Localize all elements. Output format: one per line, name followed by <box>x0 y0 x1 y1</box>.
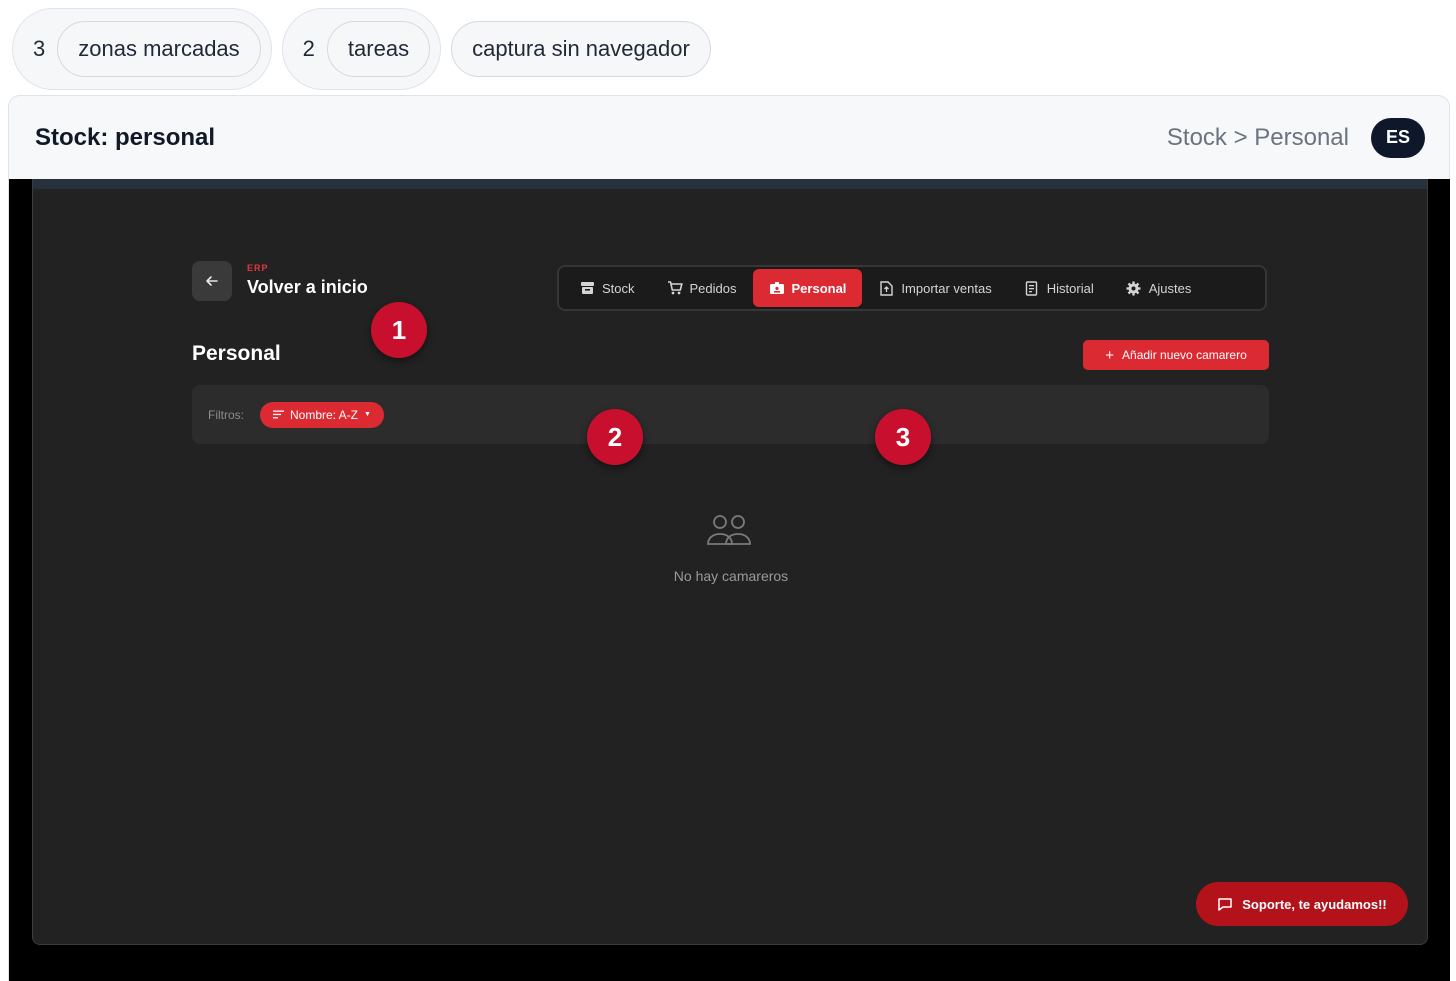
capture-mode-badge: captura sin navegador <box>451 21 711 77</box>
add-waiter-label: Añadir nuevo camarero <box>1122 348 1247 362</box>
add-waiter-button[interactable]: + Añadir nuevo camarero <box>1083 340 1269 370</box>
sort-lines-icon <box>273 410 284 419</box>
main-nav: Stock Pedidos Personal Importar ventas H… <box>557 265 1267 311</box>
stat-zones-label: zonas marcadas <box>57 21 261 77</box>
support-label: Soporte, te ayudamos!! <box>1242 896 1387 912</box>
cart-icon <box>667 281 683 295</box>
top-strip <box>33 179 1427 189</box>
marker-3: 3 <box>875 409 931 465</box>
filters-label: Filtros: <box>208 407 244 422</box>
stat-tasks-count: 2 <box>302 36 315 61</box>
filters-bar: Filtros: Nombre: A-Z ▼ <box>192 385 1269 444</box>
tab-label: Ajustes <box>1148 280 1192 296</box>
back-button[interactable] <box>192 261 232 301</box>
arrow-left-icon <box>206 276 218 286</box>
gear-icon <box>1126 281 1142 296</box>
tab-label: Personal <box>791 280 847 296</box>
summary-bar: 3 zonas marcadas 2 tareas captura sin na… <box>12 8 711 90</box>
users-icon <box>707 515 751 545</box>
app-window: ERP Volver a inicio Stock Pedidos Person… <box>32 179 1428 945</box>
sort-filter-dropdown[interactable]: Nombre: A-Z ▼ <box>260 401 384 428</box>
tab-label: Pedidos <box>689 280 737 296</box>
file-import-icon <box>878 280 894 296</box>
badge-icon <box>769 281 785 295</box>
screen-title: Stock: personal <box>35 123 216 151</box>
stat-zones-count: 3 <box>33 36 46 61</box>
stat-tasks: 2 tareas <box>281 8 442 90</box>
tab-pedidos[interactable]: Pedidos <box>651 269 753 307</box>
empty-state-message: No hay camareros <box>673 568 789 584</box>
screen-header: Stock: personal Stock > Personal ES <box>8 95 1450 179</box>
tab-label: Stock <box>602 280 635 296</box>
stat-tasks-label: tareas <box>326 21 431 77</box>
tab-historial[interactable]: Historial <box>1008 269 1110 307</box>
tab-ajustes[interactable]: Ajustes <box>1110 269 1208 307</box>
tab-stock[interactable]: Stock <box>563 269 651 307</box>
home-link[interactable]: Volver a inicio <box>247 277 368 298</box>
page-title: Personal <box>192 342 281 365</box>
receipt-icon <box>1024 280 1040 296</box>
tab-importar-ventas[interactable]: Importar ventas <box>862 269 1007 307</box>
sort-filter-label: Nombre: A-Z <box>290 407 359 422</box>
support-button[interactable]: Soporte, te ayudamos!! <box>1196 882 1408 926</box>
marker-2: 2 <box>587 409 643 465</box>
caret-down-icon: ▼ <box>364 411 371 418</box>
language-badge[interactable]: ES <box>1371 117 1425 158</box>
brand-label: ERP <box>247 263 269 273</box>
chat-bubble-icon <box>1218 897 1233 911</box>
tab-label: Importar ventas <box>901 280 992 296</box>
marker-1: 1 <box>371 302 427 358</box>
archive-icon <box>579 281 595 295</box>
breadcrumb: Stock > Personal <box>1166 123 1349 151</box>
tab-label: Historial <box>1046 280 1094 296</box>
stat-zones: 3 zonas marcadas <box>12 8 272 90</box>
screenshot-frame: ERP Volver a inicio Stock Pedidos Person… <box>8 179 1450 981</box>
header-right: Stock > Personal ES <box>1166 117 1425 158</box>
plus-icon: + <box>1105 346 1115 364</box>
tab-personal[interactable]: Personal <box>752 269 863 307</box>
